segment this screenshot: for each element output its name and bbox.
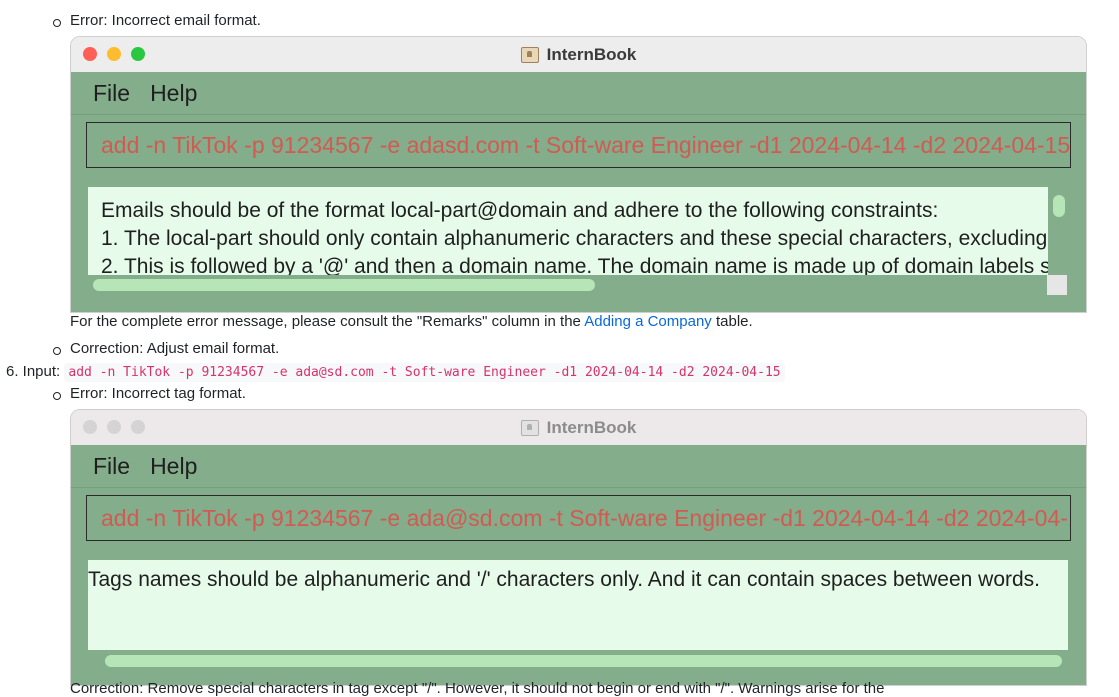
window-title-text: InternBook <box>546 44 637 64</box>
remarks-text-before: For the complete error message, please c… <box>70 313 585 330</box>
result-display: Emails should be of the format local-par… <box>88 187 1048 275</box>
internbook-window-email-error: InternBook File Help add -n TikTok -p 91… <box>70 36 1087 313</box>
correction-tag-text: Correction: Remove special characters in… <box>70 680 885 697</box>
result-vertical-scrollbar[interactable] <box>1053 195 1065 217</box>
remarks-paragraph: For the complete error message, please c… <box>70 313 753 330</box>
close-window-button[interactable] <box>83 420 97 434</box>
app-body: File Help add -n TikTok -p 91234567 -e a… <box>71 445 1086 685</box>
result-line-1: Tags names should be alphanumeric and '/… <box>88 568 1041 591</box>
close-window-button[interactable] <box>83 47 97 61</box>
window-title-text: InternBook <box>546 417 637 437</box>
app-body: File Help add -n TikTok -p 91234567 -e a… <box>71 72 1086 312</box>
window-titlebar[interactable]: InternBook <box>71 37 1086 72</box>
internbook-window-tag-error: InternBook File Help add -n TikTok -p 91… <box>70 409 1087 686</box>
menu-help[interactable]: Help <box>150 80 197 107</box>
remarks-text-after: table. <box>711 313 753 330</box>
command-input[interactable]: add -n TikTok -p 91234567 -e adasd.com -… <box>86 122 1071 168</box>
bullet-circle-icon <box>53 347 61 355</box>
list-item-number: 6. Input: <box>6 363 61 380</box>
error-email-bullet: Error: Incorrect email format. <box>70 12 261 29</box>
menu-help[interactable]: Help <box>150 453 197 480</box>
minimize-window-button[interactable] <box>107 420 121 434</box>
command-input[interactable]: add -n TikTok -p 91234567 -e ada@sd.com … <box>86 495 1071 541</box>
minimize-window-button[interactable] <box>107 47 121 61</box>
window-controls <box>83 47 145 61</box>
error-tag-bullet: Error: Incorrect tag format. <box>70 385 246 402</box>
menu-file[interactable]: File <box>93 80 130 107</box>
window-titlebar[interactable]: InternBook <box>71 410 1086 445</box>
menu-file[interactable]: File <box>93 453 130 480</box>
bullet-circle-icon <box>53 19 61 27</box>
zoom-window-button[interactable] <box>131 420 145 434</box>
app-icon <box>520 419 539 436</box>
command-input-text: add -n TikTok -p 91234567 -e ada@sd.com … <box>101 504 1071 531</box>
correction-email-bullet: Correction: Adjust email format. <box>70 340 280 357</box>
bullet-circle-icon <box>53 392 61 400</box>
result-line-1: Emails should be of the format local-par… <box>101 199 939 222</box>
adding-a-company-link[interactable]: Adding a Company <box>584 313 712 330</box>
app-icon <box>520 46 539 63</box>
menu-bar: File Help <box>71 72 1086 115</box>
scrollbar-corner <box>1047 275 1067 295</box>
input-command-code: add -n TikTok -p 91234567 -e ada@sd.com … <box>64 363 785 382</box>
result-horizontal-scrollbar[interactable] <box>105 655 1062 667</box>
result-line-2: 1. The local-part should only contain al… <box>101 227 1048 250</box>
menu-bar: File Help <box>71 445 1086 488</box>
window-title: InternBook <box>520 417 637 438</box>
result-display: Tags names should be alphanumeric and '/… <box>88 560 1068 650</box>
window-controls <box>83 420 145 434</box>
list-item-6: 6. Input: add -n TikTok -p 91234567 -e a… <box>6 363 785 382</box>
result-horizontal-scrollbar[interactable] <box>93 279 595 291</box>
result-line-2: 2. This is followed by a '@' and then a … <box>101 255 1048 275</box>
zoom-window-button[interactable] <box>131 47 145 61</box>
command-input-text: add -n TikTok -p 91234567 -e adasd.com -… <box>101 131 1071 158</box>
window-title: InternBook <box>520 44 637 65</box>
